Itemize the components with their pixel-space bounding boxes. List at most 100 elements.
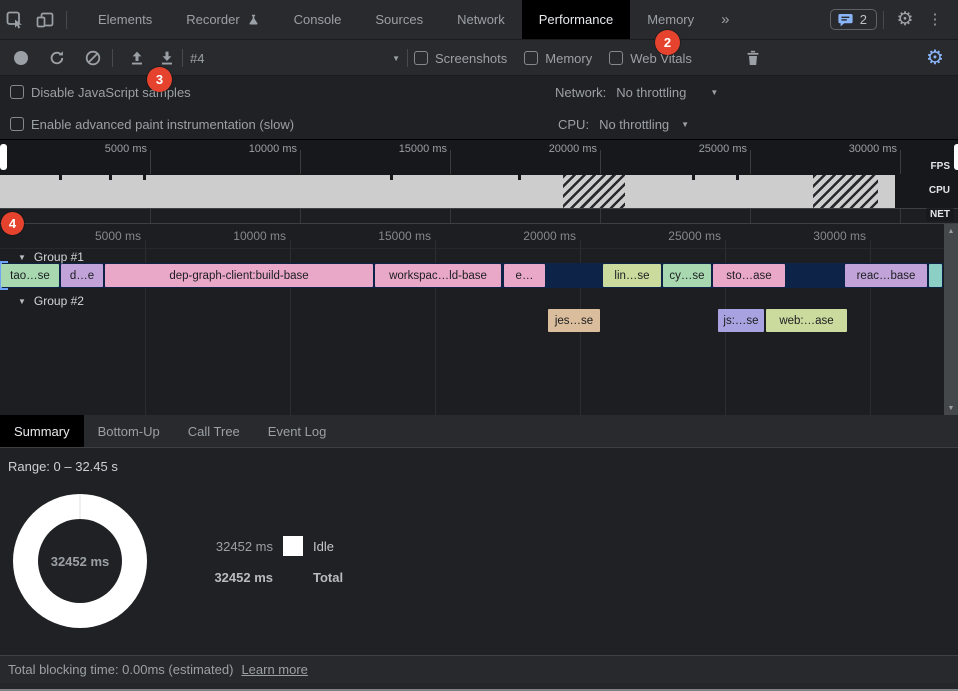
advanced-paint-checkbox[interactable]: Enable advanced paint instrumentation (s… xyxy=(10,108,294,140)
learn-more-link[interactable]: Learn more xyxy=(241,662,307,677)
ruler-tick xyxy=(450,150,451,174)
devtools-tabbar: Elements RecorderConsole Sources Network Per… xyxy=(0,0,958,40)
group-2-header[interactable]: ▼ Group #2 xyxy=(18,294,84,308)
flame-event-bar[interactable]: e… xyxy=(504,264,545,287)
record-icon xyxy=(13,50,29,66)
timeline-overview[interactable]: 5000 ms10000 ms15000 ms20000 ms25000 ms3… xyxy=(0,140,958,224)
ruler-tick-label: 25000 ms xyxy=(671,143,747,155)
separator xyxy=(883,11,884,29)
collapse-triangle-icon[interactable]: ▼ xyxy=(18,297,26,306)
ruler-divider xyxy=(0,248,944,249)
tab-call-tree[interactable]: Call Tree xyxy=(174,415,254,447)
issues-button[interactable]: 2 xyxy=(830,9,877,30)
network-throttling-control: Network: No throttling ▼ xyxy=(555,76,718,108)
tab-performance[interactable]: Performance xyxy=(522,0,630,39)
network-throttling-select[interactable]: No throttling xyxy=(616,85,686,100)
overview-net-lane[interactable] xyxy=(0,208,958,224)
donut-slice-divider xyxy=(79,494,81,519)
ruler-tick xyxy=(750,150,751,174)
flame-event-bar[interactable]: lin…se xyxy=(603,264,661,287)
capture-settings-button[interactable]: ⚙ xyxy=(920,43,950,73)
tab-label: Network xyxy=(457,12,505,27)
overview-left-handle[interactable] xyxy=(0,144,7,170)
cpu-activity-area xyxy=(0,175,895,208)
tab-label: Elements xyxy=(98,12,152,27)
settings-button[interactable]: ⚙ xyxy=(890,5,920,35)
flame-scrollbar[interactable]: ▲ ▼ xyxy=(944,224,958,415)
inspect-element-button[interactable] xyxy=(0,5,30,35)
tab-sources[interactable]: Sources xyxy=(358,0,440,39)
tab-console[interactable]: Console xyxy=(277,0,359,39)
step-badge-3: 3 xyxy=(147,67,172,92)
flame-event-bar[interactable]: sto…ase xyxy=(713,264,785,287)
checkbox-icon xyxy=(10,85,24,99)
ruler-tick xyxy=(900,150,901,174)
flame-event-bar[interactable]: reac…base xyxy=(845,264,927,287)
delete-recording-button[interactable] xyxy=(738,43,768,73)
flame-event-bar[interactable]: d…e xyxy=(61,264,103,287)
summary-legend: 32452 msIdle32452 msTotal xyxy=(207,536,343,587)
checkbox-label: Memory xyxy=(545,51,592,66)
flame-event-bar[interactable]: cy…se xyxy=(663,264,711,287)
donut-hole: 32452 ms xyxy=(38,519,122,603)
capture-options: Screenshots Memory Web Vitals xyxy=(414,40,692,76)
checkbox-web-vitals[interactable]: Web Vitals xyxy=(609,51,692,66)
flame-event-bar[interactable]: jes…se xyxy=(548,309,600,332)
performance-toolbar: #4 ▼ Screenshots Memory Web Vitals ⚙ xyxy=(0,40,958,76)
checkbox-icon xyxy=(524,51,538,65)
ruler-tick xyxy=(150,209,151,223)
tab-network[interactable]: Network xyxy=(440,0,522,39)
ruler-tick-label: 15000 ms xyxy=(371,143,447,155)
tab-summary[interactable]: Summary xyxy=(0,415,84,447)
gear-icon: ⚙ xyxy=(926,48,944,68)
overview-right-handle[interactable] xyxy=(954,144,958,170)
cpu-lane-label: CPU xyxy=(925,184,954,197)
tabbar-right-controls: 2 ⚙ ⋮ xyxy=(830,5,958,35)
ruler-tick xyxy=(300,209,301,223)
flame-event-bar[interactable]: web:…ase xyxy=(766,309,847,332)
group-1-header[interactable]: ▼ Group #1 xyxy=(18,250,84,264)
ruler-tick xyxy=(600,150,601,174)
tab-recorder[interactable]: Recorder xyxy=(169,0,276,39)
scroll-down-icon[interactable]: ▼ xyxy=(944,401,958,415)
cpu-dip xyxy=(143,175,146,180)
tab-label: Sources xyxy=(375,12,423,27)
summary-pane: Range: 0 – 32.45 s 32452 ms 32452 msIdle… xyxy=(0,448,958,655)
history-dropdown[interactable]: #4 ▼ xyxy=(190,40,400,76)
flame-event-bar[interactable]: workspac…ld-base xyxy=(375,264,501,287)
main-menu-button[interactable]: ⋮ xyxy=(920,5,950,35)
tab-label: Performance xyxy=(539,12,613,27)
cpu-throttling-control: CPU: No throttling ▼ xyxy=(558,108,689,140)
flame-event-bar[interactable]: js:…se xyxy=(718,309,764,332)
flame-event-bar[interactable]: dep-graph-client:build-base xyxy=(105,264,373,287)
ruler-tick-label: 15000 ms xyxy=(345,229,431,243)
net-lane-label: NET xyxy=(926,208,954,221)
more-tabs-button[interactable]: » xyxy=(711,11,739,28)
flame-event-bar[interactable]: tao…se xyxy=(1,264,59,287)
cpu-throttled-hatch xyxy=(813,175,878,208)
legend-value: 32452 ms xyxy=(207,570,273,585)
flame-event-bar[interactable] xyxy=(929,264,942,287)
checkbox-memory[interactable]: Memory xyxy=(524,51,592,66)
chevron-down-icon[interactable]: ▼ xyxy=(681,120,689,129)
cpu-dip xyxy=(109,175,112,180)
tbt-text: Total blocking time: 0.00ms (estimated) xyxy=(8,662,233,677)
checkbox-icon xyxy=(10,117,24,131)
ruler-tick xyxy=(750,209,751,223)
tab-bottom-up[interactable]: Bottom-Up xyxy=(84,415,174,447)
tab-event-log[interactable]: Event Log xyxy=(254,415,341,447)
load-profile-button[interactable] xyxy=(122,43,152,73)
reload-record-button[interactable] xyxy=(42,43,72,73)
device-toolbar-button[interactable] xyxy=(30,5,60,35)
issues-count: 2 xyxy=(860,12,867,27)
cpu-throttling-select[interactable]: No throttling xyxy=(599,117,669,132)
scroll-up-icon[interactable]: ▲ xyxy=(944,224,958,238)
flame-chart[interactable]: 5000 ms10000 ms15000 ms20000 ms25000 ms3… xyxy=(0,224,958,415)
record-button[interactable] xyxy=(6,43,36,73)
chevron-down-icon[interactable]: ▼ xyxy=(710,88,718,97)
clear-button[interactable] xyxy=(78,43,108,73)
tab-elements[interactable]: Elements xyxy=(81,0,169,39)
overview-cpu-lane[interactable] xyxy=(0,175,958,208)
checkbox-screenshots[interactable]: Screenshots xyxy=(414,51,507,66)
collapse-triangle-icon[interactable]: ▼ xyxy=(18,253,26,262)
